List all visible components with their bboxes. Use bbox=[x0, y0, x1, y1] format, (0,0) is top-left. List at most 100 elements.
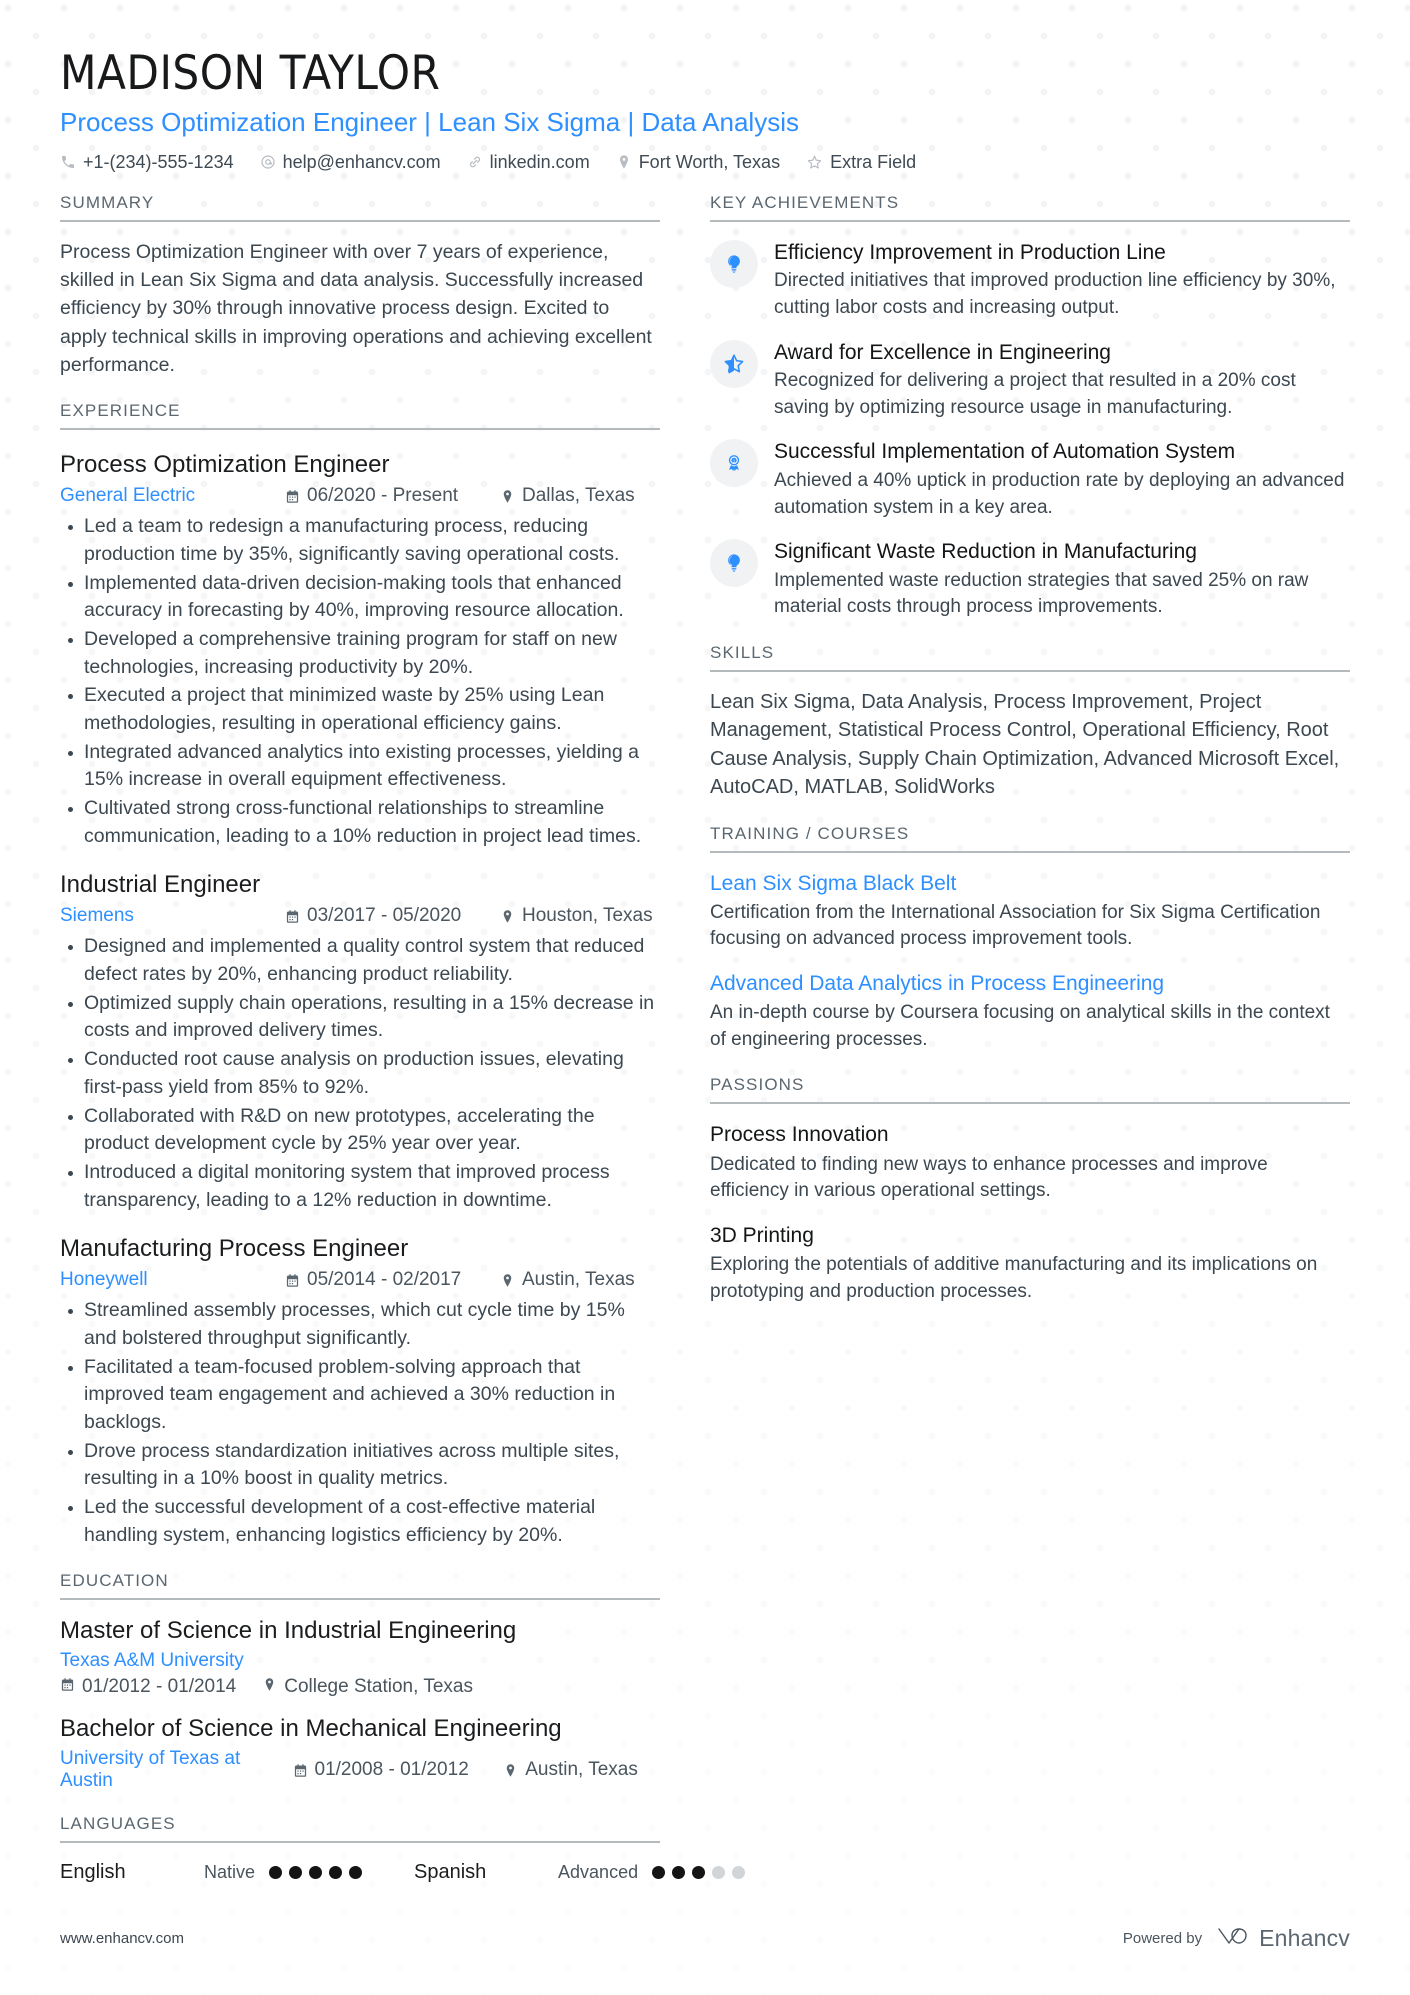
job-company[interactable]: Siemens bbox=[60, 905, 134, 927]
job-bullet: Facilitated a team-focused problem-solvi… bbox=[60, 1354, 660, 1437]
achievement-description: Implemented waste reduction strategies t… bbox=[774, 569, 1309, 618]
language-rating-dots bbox=[652, 1866, 746, 1880]
rating-dot-filled bbox=[672, 1866, 686, 1880]
calendar-icon bbox=[293, 1763, 308, 1778]
rating-dot-filled bbox=[329, 1866, 343, 1880]
rating-dot-filled bbox=[309, 1866, 323, 1880]
languages-row: English Native Spanish Advanced bbox=[60, 1861, 746, 1884]
education-location: College Station, Texas bbox=[262, 1676, 473, 1698]
contact-extra-field: Extra Field bbox=[806, 152, 916, 173]
job-dates: 03/2017 - 05/2020 bbox=[285, 905, 500, 927]
job-bullet: Executed a project that minimized waste … bbox=[60, 682, 660, 737]
education-location-text: College Station, Texas bbox=[284, 1676, 473, 1698]
education-dates-text: 01/2008 - 01/2012 bbox=[314, 1759, 469, 1781]
resume-columns: SUMMARY Process Optimization Engineer wi… bbox=[60, 193, 1350, 1885]
job-company[interactable]: General Electric bbox=[60, 485, 195, 507]
job-dates-text: 03/2017 - 05/2020 bbox=[307, 905, 462, 927]
education-school-row: Texas A&M University bbox=[60, 1650, 660, 1672]
language-level: Native bbox=[204, 1862, 256, 1883]
language-level: Advanced bbox=[558, 1862, 639, 1883]
training-item: Lean Six Sigma Black Belt Certification … bbox=[710, 871, 1350, 953]
job-bullet: Developed a comprehensive training progr… bbox=[60, 626, 660, 681]
experience-entry: Industrial Engineer Siemens 03/2017 - 05… bbox=[60, 870, 660, 1214]
phone-icon bbox=[60, 154, 76, 170]
candidate-name: MADISON TAYLOR bbox=[60, 46, 441, 101]
job-bullets: Streamlined assembly processes, which cu… bbox=[60, 1297, 660, 1549]
passion-description: Dedicated to finding new ways to enhance… bbox=[710, 1153, 1268, 1202]
passion-title: Process Innovation bbox=[710, 1123, 889, 1147]
job-bullet: Designed and implemented a quality contr… bbox=[60, 933, 660, 988]
skills-text: Lean Six Sigma, Data Analysis, Process I… bbox=[710, 691, 1340, 799]
education-dates-text: 01/2012 - 01/2014 bbox=[82, 1676, 237, 1698]
contact-row: +1-(234)-555-1234 help@enhancv.com linke… bbox=[60, 152, 1350, 173]
star-outline-icon bbox=[806, 154, 823, 171]
education-school[interactable]: University of Texas at Austin bbox=[60, 1748, 293, 1792]
contact-location-text: Fort Worth, Texas bbox=[638, 151, 781, 172]
languages-section-title: LANGUAGES bbox=[60, 1814, 660, 1844]
summary-section-title: SUMMARY bbox=[60, 193, 660, 222]
job-dates-text: 06/2020 - Present bbox=[307, 485, 459, 507]
training-title[interactable]: Lean Six Sigma Black Belt bbox=[710, 871, 1350, 897]
job-title: Industrial Engineer bbox=[60, 871, 261, 899]
achievement-body: Successful Implementation of Automation … bbox=[774, 439, 1350, 521]
experience-entry: Process Optimization Engineer General El… bbox=[60, 450, 660, 850]
section-key-achievements: KEY ACHIEVEMENTS Efficiency Improvement … bbox=[710, 193, 1350, 621]
achievement-title: Efficiency Improvement in Production Lin… bbox=[774, 240, 1166, 264]
achievement-item: Significant Waste Reduction in Manufactu… bbox=[710, 539, 1350, 621]
contact-email[interactable]: help@enhancv.com bbox=[260, 152, 441, 173]
location-pin-icon bbox=[616, 154, 632, 170]
job-bullet: Cultivated strong cross-functional relat… bbox=[60, 795, 660, 850]
rating-dot-filled bbox=[269, 1866, 283, 1880]
calendar-icon bbox=[60, 1676, 75, 1698]
training-title[interactable]: Advanced Data Analytics in Process Engin… bbox=[710, 971, 1350, 997]
footer-website-url[interactable]: www.enhancv.com bbox=[60, 1930, 184, 1947]
link-icon bbox=[467, 154, 483, 170]
star-half-icon bbox=[710, 339, 758, 388]
lightbulb-icon bbox=[710, 539, 758, 588]
language-name: Spanish bbox=[414, 1861, 487, 1884]
language-item: English Native bbox=[60, 1861, 363, 1884]
resume-page: MADISON TAYLOR Process Optimization Engi… bbox=[0, 0, 1410, 1995]
lightbulb-icon bbox=[710, 239, 758, 288]
section-education: EDUCATION Master of Science in Industria… bbox=[60, 1571, 660, 1792]
education-entry: Master of Science in Industrial Engineer… bbox=[60, 1616, 660, 1698]
job-bullet: Led the successful development of a cost… bbox=[60, 1494, 660, 1549]
rating-dot-filled bbox=[692, 1866, 706, 1880]
language-name: English bbox=[60, 1861, 126, 1884]
achievement-description: Directed initiatives that improved produ… bbox=[774, 270, 1336, 319]
job-bullet: Led a team to redesign a manufacturing p… bbox=[60, 513, 660, 568]
candidate-headline: Process Optimization Engineer | Lean Six… bbox=[60, 106, 799, 137]
job-meta: Siemens 03/2017 - 05/2020 Houston, Texas bbox=[60, 905, 660, 927]
contact-email-text: help@enhancv.com bbox=[282, 151, 441, 172]
enhancv-brand-name: Enhancv bbox=[1259, 1925, 1350, 1951]
powered-by-label: Powered by bbox=[1122, 1930, 1203, 1947]
education-meta-row: University of Texas at Austin 01/2008 - … bbox=[60, 1748, 660, 1792]
job-location: Dallas, Texas bbox=[500, 485, 660, 507]
passion-description: Exploring the potentials of additive man… bbox=[710, 1254, 1318, 1302]
experience-entry: Manufacturing Process Engineer Honeywell… bbox=[60, 1234, 660, 1549]
achievement-description: Achieved a 40% uptick in production rate… bbox=[774, 470, 1345, 518]
achievement-item: Award for Excellence in Engineering Reco… bbox=[710, 339, 1350, 422]
job-bullet: Optimized supply chain operations, resul… bbox=[60, 990, 660, 1045]
passions-section-title: PASSIONS bbox=[710, 1075, 1350, 1105]
education-school[interactable]: Texas A&M University bbox=[60, 1650, 244, 1672]
job-dates: 05/2014 - 02/2017 bbox=[285, 1269, 500, 1291]
job-dates-text: 05/2014 - 02/2017 bbox=[307, 1269, 462, 1291]
achievement-title: Award for Excellence in Engineering bbox=[774, 340, 1111, 364]
right-column: KEY ACHIEVEMENTS Efficiency Improvement … bbox=[710, 193, 1350, 1306]
job-bullet: Integrated advanced analytics into exist… bbox=[60, 739, 660, 794]
award-medal-icon: 1 bbox=[710, 439, 758, 488]
contact-phone[interactable]: +1-(234)-555-1234 bbox=[60, 152, 234, 173]
resume-content: MADISON TAYLOR Process Optimization Engi… bbox=[0, 0, 1410, 1884]
section-training: TRAINING / COURSES Lean Six Sigma Black … bbox=[710, 824, 1350, 1054]
location-pin-icon bbox=[500, 909, 515, 924]
rating-dot-empty bbox=[712, 1866, 726, 1880]
job-title: Process Optimization Engineer bbox=[60, 451, 390, 479]
job-company[interactable]: Honeywell bbox=[60, 1269, 148, 1291]
contact-linkedin[interactable]: linkedin.com bbox=[467, 152, 590, 173]
achievements-section-title: KEY ACHIEVEMENTS bbox=[710, 193, 1350, 222]
location-pin-icon bbox=[500, 489, 515, 504]
enhancv-brand[interactable]: Enhancv bbox=[1216, 1924, 1350, 1953]
calendar-icon bbox=[285, 1273, 300, 1288]
job-bullet: Introduced a digital monitoring system t… bbox=[60, 1159, 660, 1214]
